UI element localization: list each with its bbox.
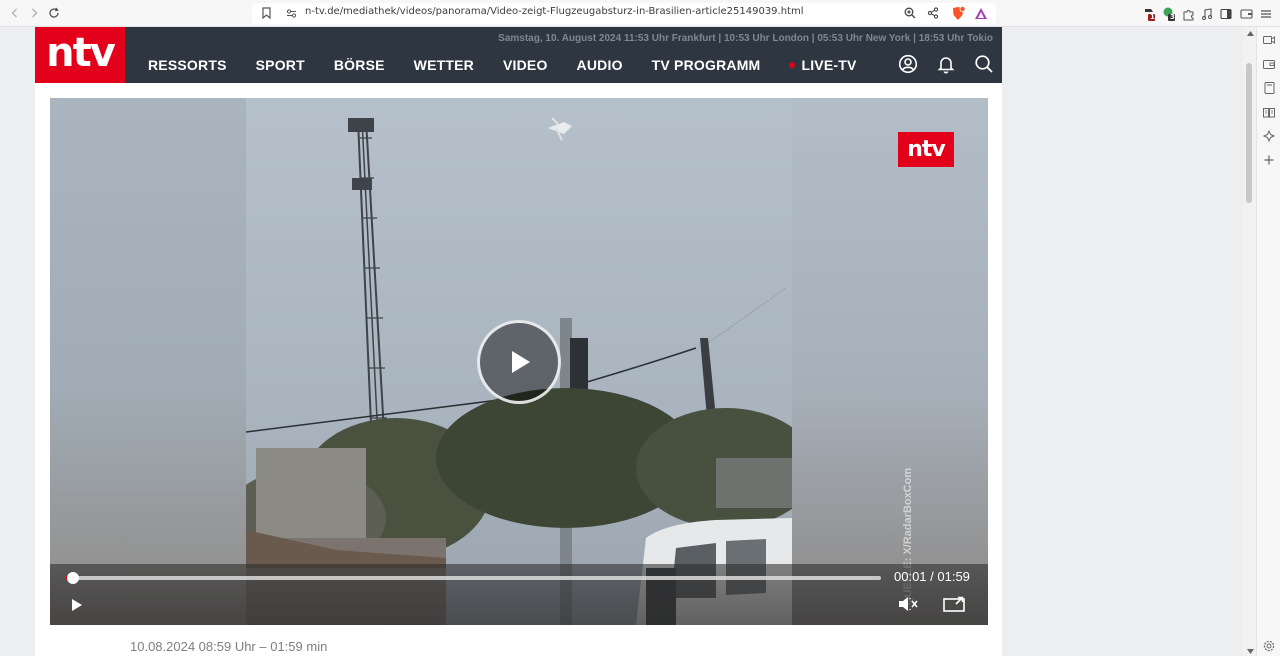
nav-audio[interactable]: AUDIO bbox=[577, 57, 623, 73]
forward-icon[interactable] bbox=[26, 5, 42, 21]
zoom-icon[interactable] bbox=[903, 6, 917, 20]
ntv-video-badge: ntv bbox=[898, 132, 954, 167]
live-dot-icon bbox=[789, 62, 796, 68]
search-icon[interactable] bbox=[973, 53, 995, 75]
time-display: 00:01 / 01:59 bbox=[894, 569, 970, 584]
nav-live-tv[interactable]: LIVE-TV bbox=[789, 57, 856, 73]
extension-badge: 3 bbox=[1170, 13, 1175, 21]
browser-sidebar bbox=[1256, 27, 1280, 656]
play-overlay-button[interactable] bbox=[477, 320, 561, 404]
extension-badge: 1 bbox=[1150, 13, 1155, 21]
share-icon[interactable] bbox=[926, 6, 940, 20]
wallet-sidebar-icon[interactable] bbox=[1262, 57, 1276, 71]
video-meta: 10.08.2024 08:59 Uhr – 01:59 min bbox=[130, 639, 328, 654]
leo-ai-icon[interactable] bbox=[1262, 129, 1276, 143]
wallet-icon[interactable] bbox=[1238, 6, 1254, 22]
video-blur-right bbox=[792, 98, 988, 625]
nav-live-tv-label: LIVE-TV bbox=[801, 57, 857, 73]
extension-icon[interactable]: 1 bbox=[1141, 6, 1157, 22]
video-controls: 00:01 / 01:59 bbox=[50, 564, 988, 625]
user-icon[interactable] bbox=[897, 53, 919, 75]
site-header: ntv Samstag, 10. August 2024 11:53 Uhr F… bbox=[35, 27, 1002, 83]
bookmark-icon[interactable] bbox=[260, 6, 272, 20]
bell-icon[interactable] bbox=[935, 53, 957, 75]
play-icon bbox=[512, 351, 530, 373]
nav-wetter[interactable]: WETTER bbox=[414, 57, 474, 73]
music-icon[interactable] bbox=[1199, 6, 1215, 22]
speaker-muted-icon bbox=[899, 597, 918, 611]
brave-shields-icon[interactable] bbox=[950, 5, 966, 21]
video-blur-left bbox=[50, 98, 246, 625]
brave-rewards-icon[interactable] bbox=[973, 6, 989, 20]
time-text: 00:01 / 01:59 bbox=[894, 569, 970, 584]
scroll-down-icon[interactable] bbox=[1246, 647, 1254, 655]
nav-video[interactable]: VIDEO bbox=[503, 57, 548, 73]
main-nav: RESSORTS SPORT BÖRSE WETTER VIDEO AUDIO … bbox=[148, 57, 886, 73]
add-sidebar-item-icon[interactable] bbox=[1262, 153, 1276, 167]
puzzle-icon[interactable] bbox=[1180, 6, 1196, 22]
address-bar[interactable]: n-tv.de/mediathek/videos/panorama/Video-… bbox=[252, 3, 996, 24]
ntv-site: ntv Samstag, 10. August 2024 11:53 Uhr F… bbox=[35, 27, 1002, 656]
play-small-icon bbox=[72, 599, 82, 611]
scroll-up-icon[interactable] bbox=[1246, 29, 1254, 37]
nav-boerse[interactable]: BÖRSE bbox=[334, 57, 385, 73]
back-icon[interactable] bbox=[7, 5, 23, 21]
logo-text: ntv bbox=[46, 30, 116, 76]
reading-list-icon[interactable] bbox=[1262, 105, 1276, 119]
url-text[interactable]: n-tv.de/mediathek/videos/panorama/Video-… bbox=[305, 6, 804, 17]
video-player[interactable]: ntv QUELLE: X/RadarBoxCom 00:01 / 01:59 bbox=[50, 98, 988, 625]
ntv-logo[interactable]: ntv bbox=[35, 27, 125, 83]
page-scrollbar[interactable] bbox=[1243, 27, 1256, 656]
bookmarks-sidebar-icon[interactable] bbox=[1262, 81, 1276, 95]
fullscreen-button[interactable] bbox=[942, 594, 966, 614]
play-button[interactable] bbox=[69, 596, 85, 614]
nav-sport[interactable]: SPORT bbox=[256, 57, 305, 73]
progress-knob[interactable] bbox=[67, 572, 79, 584]
nav-tv-programm[interactable]: TV PROGRAMM bbox=[652, 57, 761, 73]
progress-bar[interactable] bbox=[65, 572, 881, 584]
video-call-icon[interactable] bbox=[1262, 33, 1276, 47]
nav-ressorts[interactable]: RESSORTS bbox=[148, 57, 227, 73]
site-settings-icon[interactable] bbox=[285, 7, 297, 19]
browser-toolbar: n-tv.de/mediathek/videos/panorama/Video-… bbox=[0, 0, 1280, 27]
fullscreen-icon bbox=[943, 596, 965, 612]
sidebar-settings-icon[interactable] bbox=[1262, 639, 1276, 653]
mute-button[interactable] bbox=[896, 594, 922, 614]
sidebar-toggle-icon[interactable] bbox=[1218, 6, 1234, 22]
dateline: Samstag, 10. August 2024 11:53 Uhr Frank… bbox=[498, 33, 993, 44]
menu-icon[interactable] bbox=[1258, 6, 1274, 22]
reload-icon[interactable] bbox=[46, 5, 62, 21]
video-badge-text: ntv bbox=[907, 136, 946, 162]
scrollbar-thumb[interactable] bbox=[1246, 63, 1252, 203]
extension-icon[interactable]: 3 bbox=[1161, 6, 1177, 22]
